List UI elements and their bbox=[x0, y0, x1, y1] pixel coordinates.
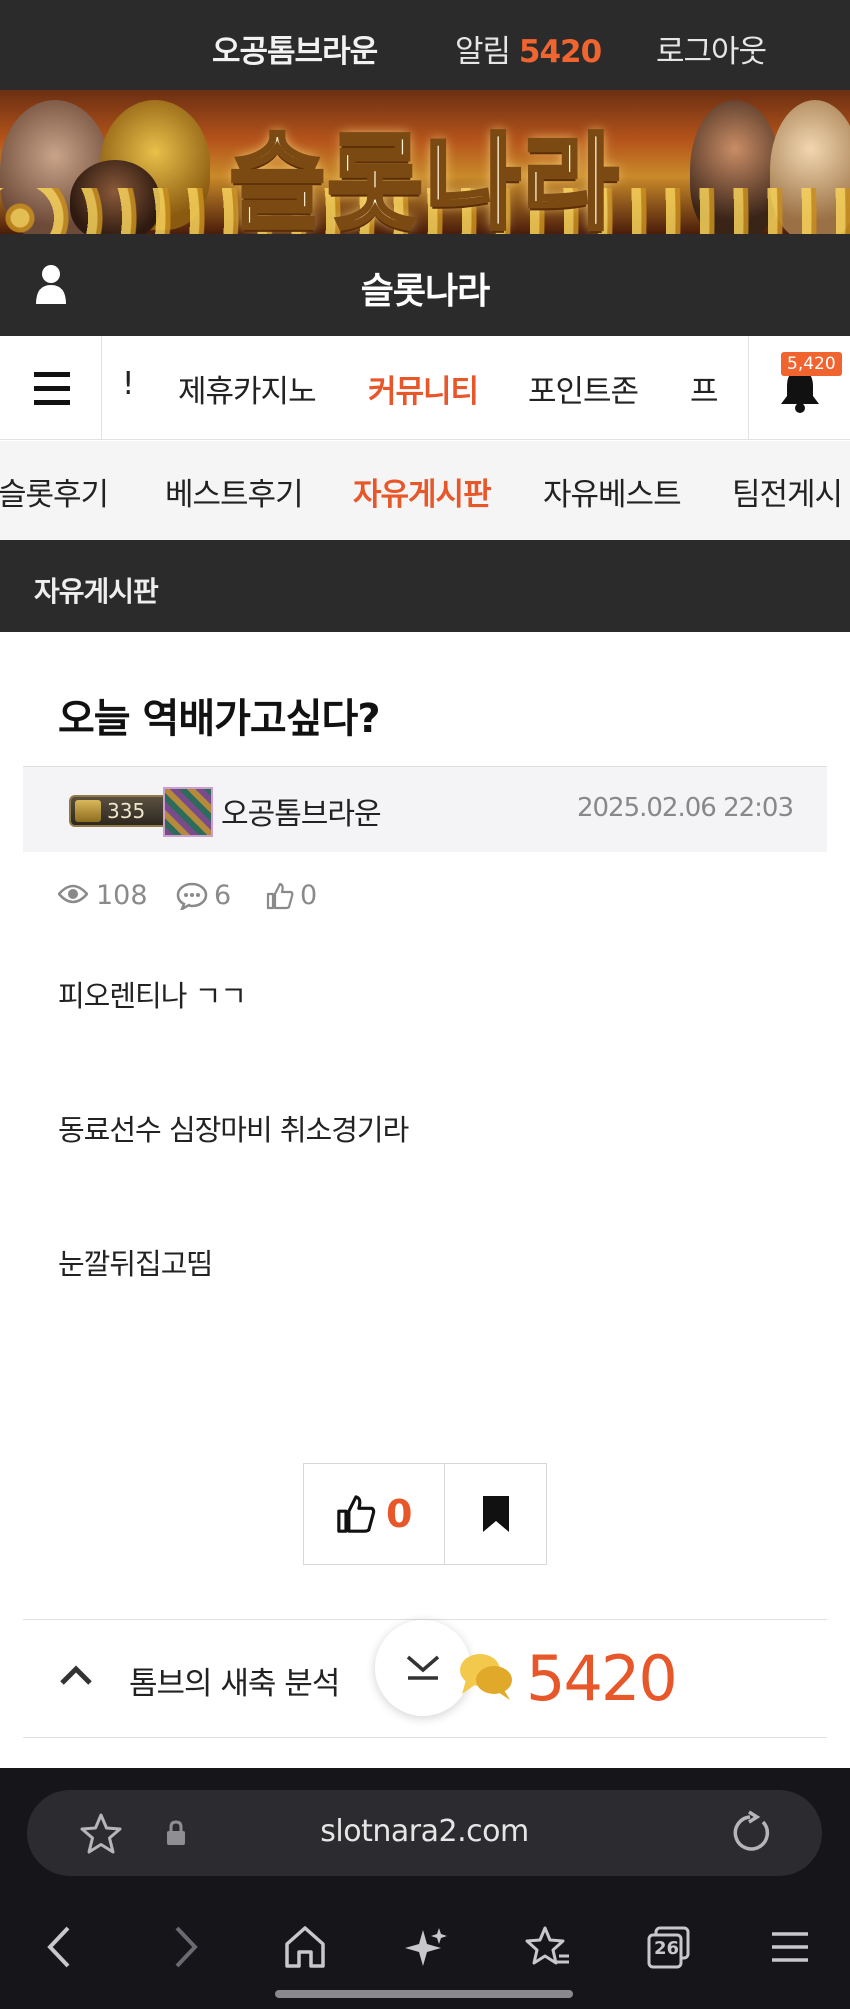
ai-button[interactable] bbox=[393, 1918, 453, 1978]
home-indicator bbox=[275, 1990, 573, 1998]
back-button[interactable] bbox=[30, 1918, 90, 1978]
notification-button[interactable]: 5,420 bbox=[748, 336, 850, 440]
site-banner[interactable]: 슬롯나라 bbox=[0, 90, 850, 234]
notification-badge: 5,420 bbox=[781, 352, 842, 376]
url-text[interactable]: slotnara2.com bbox=[27, 1814, 822, 1849]
sub-nav-item-best-review[interactable]: 베스트후기 bbox=[165, 469, 304, 514]
reload-icon[interactable] bbox=[727, 1810, 773, 1856]
sub-nav: 슬롯후기 베스트후기 자유게시판 자유베스트 팀전게시 bbox=[0, 441, 850, 540]
chat-count: 5420 bbox=[526, 1642, 678, 1715]
avatar[interactable] bbox=[163, 787, 213, 837]
bookmarks-button[interactable] bbox=[515, 1918, 575, 1978]
bookmarks-icon bbox=[525, 1926, 569, 1965]
main-nav-item[interactable]: ! bbox=[122, 366, 134, 402]
home-icon bbox=[285, 1926, 325, 1968]
logout-link[interactable]: 로그아웃 bbox=[656, 26, 767, 71]
like-button-count: 0 bbox=[386, 1492, 413, 1536]
forward-icon bbox=[175, 1926, 198, 1968]
hamburger-icon bbox=[772, 1932, 808, 1962]
board-title: 자유게시판 bbox=[34, 575, 159, 608]
board-title-bar: 자유게시판 bbox=[0, 540, 850, 632]
chevron-up-icon[interactable] bbox=[59, 1664, 93, 1686]
main-nav: ! 제휴카지노 커뮤니티 포인트존 프 5,420 bbox=[0, 336, 850, 440]
alarm-link[interactable]: 알림 5420 bbox=[455, 26, 602, 71]
menu-icon[interactable] bbox=[0, 336, 102, 440]
sub-nav-item-free-best[interactable]: 자유베스트 bbox=[543, 469, 682, 514]
bookmark-button[interactable] bbox=[445, 1464, 546, 1564]
main-nav-item-more[interactable]: 프 bbox=[690, 366, 719, 411]
level-badge: 335 bbox=[69, 795, 177, 827]
bookmark-icon bbox=[483, 1496, 509, 1532]
banner-logo-text: 슬롯나라 bbox=[228, 120, 621, 234]
browser-chrome: slotnara2.com 26 bbox=[0, 1768, 850, 2009]
post-body-line: 동료선수 심장마비 취소경기라 bbox=[58, 1113, 409, 1147]
main-nav-item-partner-casino[interactable]: 제휴카지노 bbox=[178, 366, 317, 411]
tabs-button[interactable]: 26 bbox=[636, 1918, 696, 1978]
top-user-bar: 오공톰브라운 알림 5420 로그아웃 bbox=[0, 0, 850, 90]
alarm-label: 알림 bbox=[455, 34, 511, 70]
main-nav-items: ! 제휴카지노 커뮤니티 포인트존 프 bbox=[102, 336, 748, 440]
alarm-count: 5420 bbox=[518, 34, 602, 70]
sparkle-icon bbox=[405, 1928, 447, 1966]
post-date: 2025.02.06 22:03 bbox=[576, 793, 794, 823]
sub-nav-item-slot-review[interactable]: 슬롯후기 bbox=[0, 469, 109, 514]
tabs-count: 26 bbox=[654, 1938, 680, 1959]
comment-count-value: 6 bbox=[214, 880, 232, 911]
author-row: 335 오공톰브라운 2025.02.06 22:03 bbox=[23, 766, 827, 852]
main-nav-item-community[interactable]: 커뮤니티 bbox=[368, 366, 479, 411]
related-post-title[interactable]: 톰브의 새축 분석 bbox=[129, 1658, 340, 1703]
user-nickname[interactable]: 오공톰브라운 bbox=[212, 26, 378, 71]
home-button[interactable] bbox=[273, 1918, 333, 1978]
post-title: 오늘 역배가고싶다? bbox=[58, 696, 381, 742]
like-button[interactable]: 0 bbox=[304, 1464, 445, 1564]
chat-button[interactable]: 5420 bbox=[458, 1640, 678, 1720]
post-actions: 0 bbox=[303, 1463, 547, 1565]
chat-icon bbox=[460, 1654, 512, 1700]
forward-button[interactable] bbox=[155, 1918, 215, 1978]
view-count-value: 108 bbox=[96, 880, 148, 911]
browser-bottom-nav: 26 bbox=[0, 1918, 850, 1978]
chevron-down-icon bbox=[406, 1655, 440, 1680]
author-name[interactable]: 오공톰브라운 bbox=[221, 789, 382, 833]
post-body-line: 피오렌티나 ㄱㄱ bbox=[58, 979, 247, 1013]
address-bar[interactable]: slotnara2.com bbox=[27, 1790, 822, 1876]
sub-nav-item-free-board[interactable]: 자유게시판 bbox=[353, 469, 492, 514]
like-count-value: 0 bbox=[300, 880, 318, 911]
back-icon bbox=[47, 1926, 70, 1968]
post-body-line: 눈깔뒤집고띰 bbox=[58, 1247, 213, 1281]
site-header: 슬롯나라 bbox=[0, 234, 850, 336]
site-title[interactable]: 슬롯나라 bbox=[0, 262, 850, 314]
thumbs-up-icon bbox=[337, 1495, 376, 1533]
scroll-down-button[interactable] bbox=[375, 1620, 471, 1716]
sub-nav-item-team-board[interactable]: 팀전게시 bbox=[732, 469, 843, 514]
thumbs-up-icon bbox=[266, 882, 294, 910]
level-icon bbox=[75, 800, 101, 822]
level-number: 335 bbox=[107, 799, 146, 823]
main-nav-item-point-zone[interactable]: 포인트존 bbox=[528, 366, 639, 411]
browser-menu-button[interactable] bbox=[758, 1918, 818, 1978]
comment-icon bbox=[176, 882, 208, 910]
eye-icon bbox=[58, 884, 88, 904]
